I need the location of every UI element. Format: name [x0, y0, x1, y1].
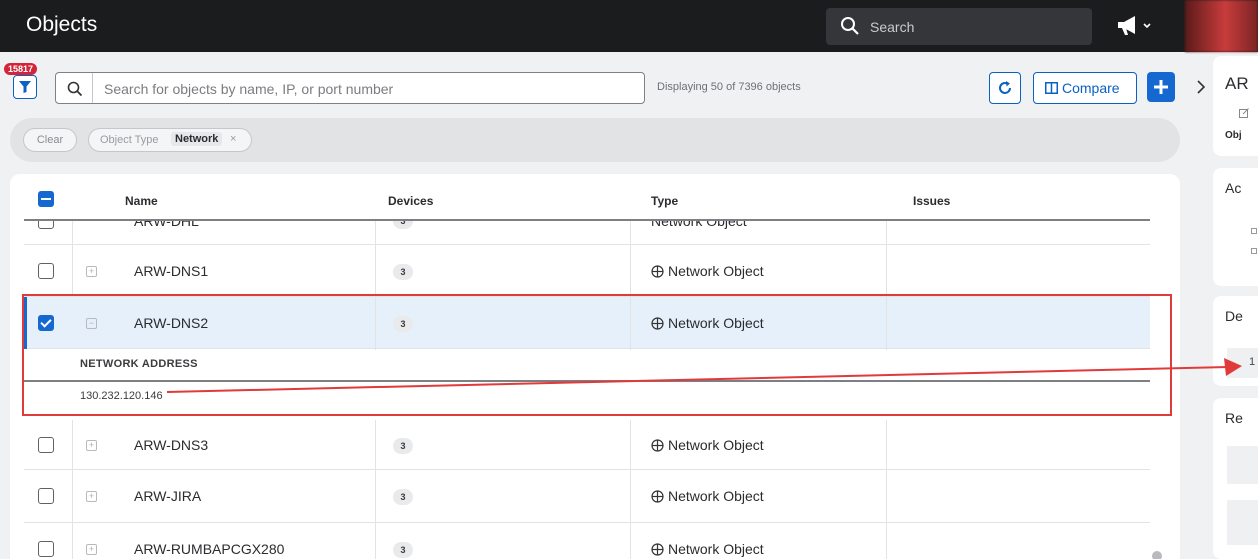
column-header-issues[interactable]: Issues: [913, 194, 950, 208]
device-item[interactable]: 1: [1227, 348, 1258, 378]
plus-icon: [1154, 80, 1168, 94]
select-all-checkbox[interactable]: [38, 191, 54, 207]
row-name: ARW-DNS3: [134, 437, 209, 453]
page-title: Objects: [26, 13, 98, 36]
row-name: ARW-DNS1: [134, 263, 209, 279]
compare-button[interactable]: Compare: [1033, 72, 1137, 104]
header-divider: [24, 219, 1150, 221]
expand-icon[interactable]: +: [86, 440, 97, 451]
row-type: Network Object: [651, 437, 764, 453]
row-name: ARW-DHL: [134, 221, 199, 229]
devices-heading: De: [1225, 308, 1243, 324]
row-checkbox[interactable]: [38, 541, 54, 557]
expand-icon[interactable]: +: [86, 491, 97, 502]
row-devices-badge: 3: [393, 489, 413, 505]
object-search[interactable]: [55, 72, 645, 104]
filter-chip-object-type[interactable]: Object Type Network ×: [88, 128, 252, 152]
filter-icon: [19, 81, 31, 93]
column-divider: [630, 420, 631, 559]
scrollbar-thumb[interactable]: [1152, 551, 1162, 559]
chip-remove-icon[interactable]: ×: [230, 133, 236, 145]
global-search-placeholder: Search: [870, 19, 915, 35]
clear-filters-button[interactable]: Clear: [23, 128, 77, 152]
column-header-devices[interactable]: Devices: [388, 194, 433, 208]
table-row[interactable]: + ARW-JIRA 3 Network Object: [24, 470, 1150, 523]
filter-chips-bar: Clear Object Type Network ×: [10, 118, 1180, 162]
column-divider: [886, 420, 887, 559]
network-object-icon: [651, 265, 664, 278]
search-separator: [92, 73, 93, 103]
row-checkbox[interactable]: [38, 263, 54, 279]
devices-card: De 1: [1213, 296, 1258, 386]
related-item[interactable]: [1227, 500, 1258, 545]
table-row[interactable]: + ARW-DNS3 3 Network Object: [24, 420, 1150, 470]
chevron-right-icon[interactable]: [1196, 80, 1206, 94]
columns-icon: [1045, 82, 1058, 94]
related-item[interactable]: [1227, 446, 1258, 484]
object-search-input[interactable]: [104, 79, 624, 99]
row-checkbox[interactable]: [38, 437, 54, 453]
row-devices-badge: 3: [393, 264, 413, 280]
column-divider: [72, 420, 73, 559]
actions-card: Ac: [1213, 168, 1258, 286]
filter-chip-value: Network: [171, 132, 223, 146]
details-subtitle: Obj: [1225, 130, 1242, 141]
details-title: AR: [1225, 74, 1249, 93]
table-row[interactable]: + ARW-DNS1 3 Network Object: [24, 245, 1150, 297]
action-icon[interactable]: [1251, 228, 1257, 234]
column-divider: [72, 221, 73, 297]
announcement-menu[interactable]: [1115, 14, 1155, 38]
details-header-card: AR Obj: [1213, 56, 1258, 156]
filter-count-badge: 15817: [4, 63, 38, 75]
filter-button[interactable]: [13, 75, 37, 99]
row-type: Network Object: [651, 488, 764, 504]
network-object-icon: [651, 439, 664, 452]
expand-icon[interactable]: +: [86, 266, 97, 277]
compare-label: Compare: [1062, 80, 1120, 96]
row-checkbox[interactable]: [38, 221, 54, 229]
annotation-highlight-box: [22, 294, 1172, 416]
search-icon: [841, 17, 859, 35]
row-devices-badge: 3: [393, 221, 413, 229]
details-panel: AR Obj Ac De 1 Re: [1213, 0, 1258, 559]
row-devices-badge: 3: [393, 438, 413, 454]
edit-icon[interactable]: [1239, 108, 1249, 118]
megaphone-icon: [1118, 16, 1151, 35]
display-count: Displaying 50 of 7396 objects: [657, 81, 801, 93]
action-icon[interactable]: [1251, 248, 1257, 254]
actions-heading: Ac: [1225, 180, 1242, 196]
network-object-icon: [651, 490, 664, 503]
column-header-type[interactable]: Type: [651, 194, 678, 208]
column-divider: [375, 420, 376, 559]
device-item-text: 1: [1249, 356, 1256, 368]
row-type: Network Object: [651, 221, 747, 229]
top-bar: Objects Search: [0, 0, 1258, 52]
column-header-name[interactable]: Name: [125, 194, 158, 208]
refresh-button[interactable]: [989, 72, 1021, 104]
row-type: Network Object: [651, 541, 764, 557]
related-card: Re: [1213, 398, 1258, 559]
related-heading: Re: [1225, 410, 1243, 426]
add-object-button[interactable]: [1147, 72, 1175, 102]
network-object-icon: [651, 543, 664, 556]
global-search[interactable]: Search: [826, 8, 1092, 45]
search-icon: [67, 81, 83, 97]
table-row[interactable]: + ARW-RUMBAPCGX280 3 Network Object: [24, 523, 1150, 559]
expand-icon[interactable]: +: [86, 544, 97, 555]
row-name: ARW-RUMBAPCGX280: [134, 541, 285, 557]
filter-chip-key: Object Type: [100, 134, 159, 146]
row-type: Network Object: [651, 263, 764, 279]
row-name: ARW-JIRA: [134, 488, 202, 504]
row-devices-badge: 3: [393, 542, 413, 558]
table-row[interactable]: ARW-DHL 3 Network Object: [24, 221, 1150, 245]
refresh-icon: [999, 81, 1011, 94]
row-checkbox[interactable]: [38, 488, 54, 504]
